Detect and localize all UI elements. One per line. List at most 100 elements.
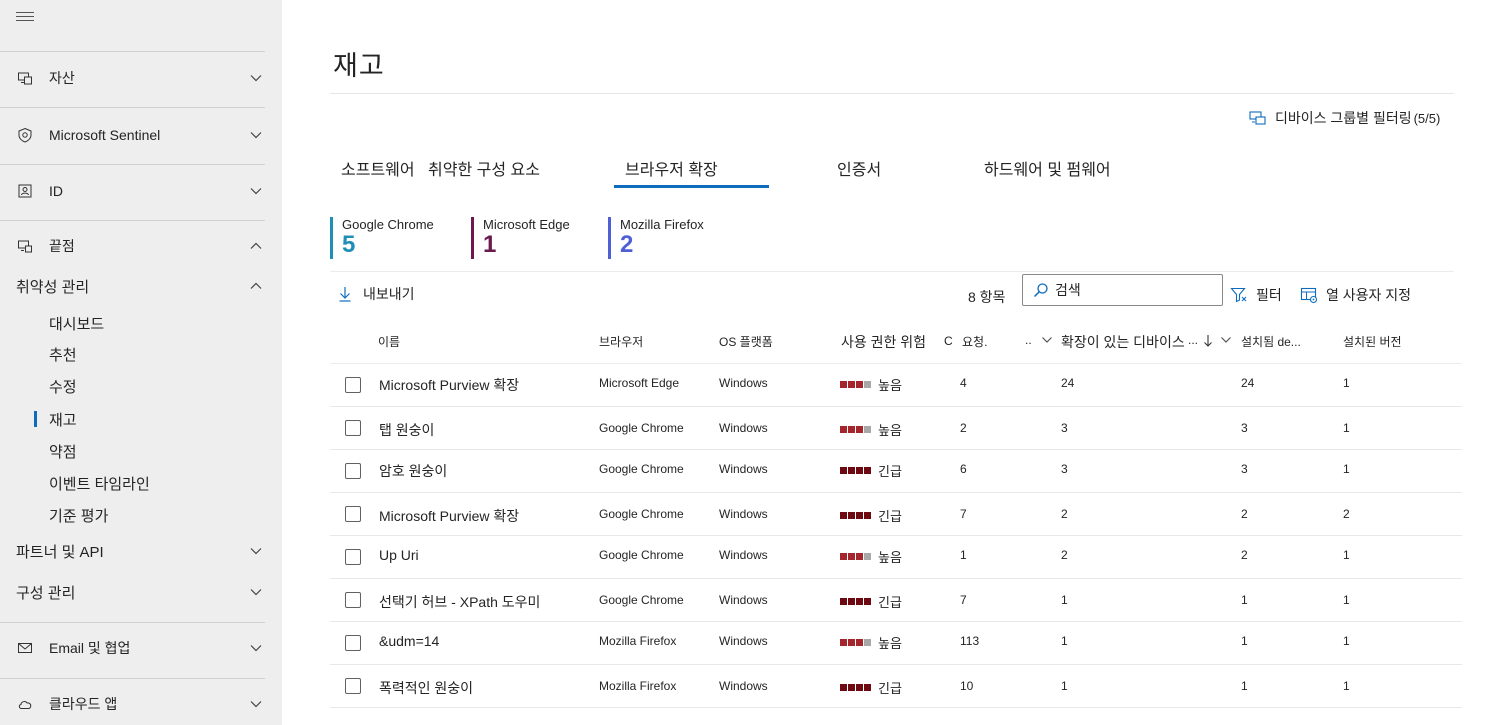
sidebar-item-partners-api[interactable]: 파트너 및 API — [0, 533, 282, 569]
tab-vulnerable-components[interactable]: 취약한 구성 요소 — [428, 156, 540, 180]
requests-cell: 2 — [960, 421, 967, 435]
devices-with-extension-cell: 1 — [1061, 634, 1068, 648]
sidebar-divider — [0, 107, 265, 108]
chevron-down-icon — [250, 548, 262, 555]
row-checkbox[interactable] — [345, 377, 361, 393]
extension-name[interactable]: Microsoft Purview 확장 — [379, 375, 519, 395]
permission-risk-indicator: 긴급 — [840, 506, 902, 525]
extension-name[interactable]: 탭 원숭이 — [379, 420, 434, 440]
browser-cell: Google Chrome — [599, 507, 684, 521]
sidebar-subitem-event-timeline[interactable]: 이벤트 타임라인 — [49, 471, 150, 495]
extension-name[interactable]: 선택기 허브 - XPath 도우미 — [379, 592, 540, 612]
extension-name[interactable]: Up Uri — [379, 547, 419, 563]
sidebar-item-assets[interactable]: 자산 — [0, 60, 282, 96]
active-tab-underline — [614, 185, 769, 188]
search-icon — [1033, 283, 1048, 298]
severity-square — [840, 467, 847, 474]
customize-columns-icon — [1300, 287, 1318, 304]
sidebar-subitem-dashboard[interactable]: 대시보드 — [49, 311, 104, 335]
section-divider — [330, 271, 1454, 272]
column-header-installed-devices[interactable]: 설치됨 de... — [1241, 333, 1301, 350]
table-row[interactable]: 폭력적인 원숭이 Mozilla Firefox Windows 긴급 10 1 1 1 — [330, 665, 1462, 708]
column-header-browser[interactable]: 브라우저 — [599, 333, 643, 350]
filter-button[interactable]: 필터 — [1230, 285, 1282, 305]
severity-square — [856, 467, 863, 474]
sidebar-subitem-weaknesses[interactable]: 약점 — [49, 439, 77, 463]
sidebar-subitem-inventory[interactable]: 재고 — [49, 407, 77, 431]
column-header-permission-risk[interactable]: 사용 권한 위험 — [841, 332, 926, 352]
os-platform-cell: Windows — [719, 507, 768, 521]
column-header-truncated[interactable]: C — [944, 334, 953, 348]
risk-label: 긴급 — [878, 509, 902, 524]
table-row[interactable]: 암호 원숭이 Google Chrome Windows 긴급 6 3 3 1 — [330, 450, 1462, 493]
column-header-installed-versions[interactable]: 설치된 버전 — [1343, 333, 1402, 350]
permission-risk-indicator: 높음 — [840, 633, 902, 652]
sidebar-subitem-baseline-assessment[interactable]: 기준 평가 — [49, 503, 108, 527]
devices-with-extension-cell: 2 — [1061, 548, 1068, 562]
hamburger-menu-icon[interactable] — [16, 12, 34, 26]
active-indicator — [34, 411, 37, 427]
page-title: 재고 — [333, 51, 385, 81]
device-group-filter-button[interactable]: 디바이스 그룹별 필터링 (5/5) — [1249, 108, 1440, 128]
row-checkbox[interactable] — [345, 549, 361, 565]
column-header-name[interactable]: 이름 — [378, 333, 400, 350]
chevron-down-icon[interactable] — [1220, 335, 1232, 345]
extension-name[interactable]: 폭력적인 원숭이 — [379, 678, 473, 698]
extension-name[interactable]: &udm=14 — [379, 633, 439, 649]
items-count: 8 항목 — [968, 289, 1006, 305]
export-label: 내보내기 — [363, 286, 415, 302]
column-header-requests[interactable]: 요청. — [962, 333, 987, 350]
os-platform-cell: Windows — [719, 593, 768, 607]
table-row[interactable]: 선택기 허브 - XPath 도우미 Google Chrome Windows 긴급… — [330, 579, 1462, 622]
tab-hardware-firmware[interactable]: 하드웨어 및 펌웨어 — [984, 156, 1111, 180]
tab-certificates[interactable]: 인증서 — [837, 156, 881, 180]
row-checkbox[interactable] — [345, 678, 361, 694]
row-checkbox[interactable] — [345, 420, 361, 436]
tab-browser-extensions[interactable]: 브라우저 확장 — [625, 156, 718, 180]
search-box[interactable] — [1022, 274, 1223, 306]
sidebar-item-label: 취약성 관리 — [16, 278, 90, 296]
column-header-os-platform[interactable]: OS 플랫폼 — [719, 333, 773, 350]
table-row[interactable]: 탭 원숭이 Google Chrome Windows 높음 2 3 3 1 — [330, 407, 1462, 450]
risk-label: 높음 — [878, 378, 902, 393]
sidebar-item-vulnerability-management[interactable]: 취약성 관리 — [0, 268, 282, 304]
row-checkbox[interactable] — [345, 506, 361, 522]
sidebar-item-identity[interactable]: ID — [0, 173, 282, 209]
sort-descending-icon[interactable] — [1203, 334, 1213, 348]
row-checkbox[interactable] — [345, 592, 361, 608]
tab-software[interactable]: 소프트웨어 — [341, 156, 415, 180]
sidebar-divider — [0, 164, 265, 165]
devices-with-extension-cell: 1 — [1061, 679, 1068, 693]
sidebar-item-endpoints[interactable]: 끝점 — [0, 228, 282, 264]
chevron-down-icon[interactable] — [1041, 335, 1053, 345]
extension-name[interactable]: Microsoft Purview 확장 — [379, 506, 519, 526]
sidebar-item-configuration-management[interactable]: 구성 관리 — [0, 574, 282, 610]
sidebar-subitem-recommendations[interactable]: 추천 — [49, 342, 77, 366]
devices-with-extension-cell: 24 — [1061, 376, 1075, 390]
sidebar-item-label: Microsoft Sentinel — [49, 127, 161, 143]
severity-square — [864, 381, 871, 388]
table-row[interactable]: Microsoft Purview 확장 Google Chrome Windows… — [330, 493, 1462, 536]
sidebar-item-email-collaboration[interactable]: Email 및 협업 — [0, 630, 282, 666]
extension-name[interactable]: 암호 원숭이 — [379, 461, 447, 481]
row-checkbox[interactable] — [345, 463, 361, 479]
installed-devices-cell: 1 — [1241, 593, 1248, 607]
risk-label: 높음 — [878, 636, 902, 651]
column-header-devices-with-extension[interactable]: 확장이 있는 디바이스 — [1061, 332, 1185, 352]
chevron-down-icon — [250, 132, 262, 139]
export-button[interactable]: 내보내기 — [338, 284, 415, 304]
sidebar-item-sentinel[interactable]: Microsoft Sentinel — [0, 117, 282, 153]
customize-columns-label: 열 사용자 지정 — [1326, 287, 1412, 303]
search-input[interactable] — [1055, 282, 1195, 298]
table-row[interactable]: Microsoft Purview 확장 Microsoft Edge Window… — [330, 364, 1462, 407]
table-row[interactable]: Up Uri Google Chrome Windows 높음 1 2 2 1 — [330, 536, 1462, 579]
devices-with-extension-cell: 3 — [1061, 462, 1068, 476]
column-header-ellipsis: .. — [1025, 333, 1032, 347]
customize-columns-button[interactable]: 열 사용자 지정 — [1300, 285, 1411, 305]
sidebar-item-cloud-apps[interactable]: 클라우드 앱 — [0, 686, 282, 722]
sidebar-subitem-remediation[interactable]: 수정 — [49, 374, 77, 398]
row-checkbox[interactable] — [345, 635, 361, 651]
table-row[interactable]: &udm=14 Mozilla Firefox Windows 높음 113 1 1 1 — [330, 622, 1462, 665]
severity-square — [840, 512, 847, 519]
installed-versions-cell: 1 — [1343, 376, 1350, 390]
